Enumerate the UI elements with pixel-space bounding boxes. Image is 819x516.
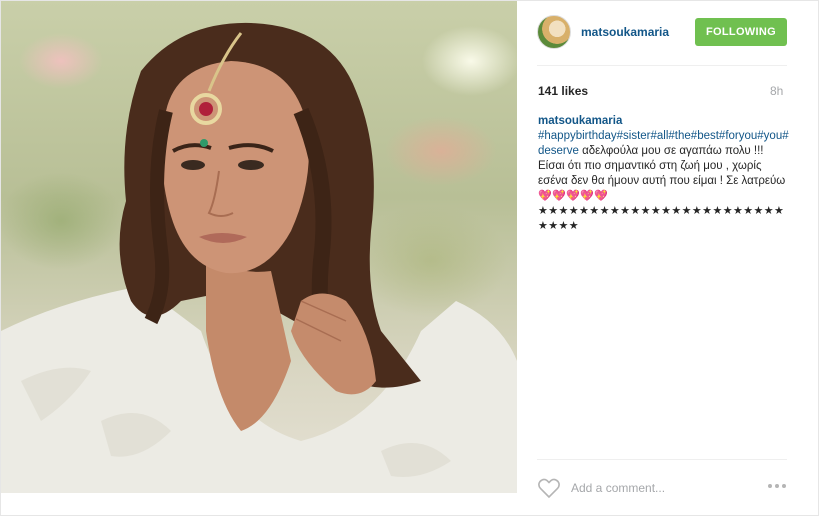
- comment-input[interactable]: [571, 479, 751, 497]
- caption-username[interactable]: matsoukamaria: [538, 115, 622, 127]
- header-divider: [537, 65, 787, 66]
- caption-emoji-stars: 💖💖💖💖💖★★★★★★★★★★★★★★★★★★★★★★★★★★★★: [538, 190, 785, 232]
- heart-icon[interactable]: [537, 477, 561, 499]
- comment-divider: [537, 459, 787, 460]
- post-photo[interactable]: [1, 1, 517, 493]
- profile-avatar[interactable]: [537, 15, 571, 49]
- post-header: matsoukamaria FOLLOWING: [517, 1, 819, 65]
- likes-count[interactable]: 141 likes: [538, 84, 588, 98]
- post-time[interactable]: 8h: [770, 84, 783, 98]
- instagram-post: matsoukamaria FOLLOWING 141 likes 8h mat…: [0, 0, 819, 516]
- username-link[interactable]: matsoukamaria: [581, 25, 669, 39]
- post-sidebar: matsoukamaria FOLLOWING 141 likes 8h mat…: [517, 1, 819, 516]
- following-button[interactable]: FOLLOWING: [695, 18, 787, 46]
- comment-bar: [517, 469, 819, 505]
- more-options-icon[interactable]: [765, 477, 789, 495]
- portrait-illustration: [1, 22, 517, 493]
- post-caption: matsoukamaria #happybirthday#sister#all#…: [538, 114, 790, 234]
